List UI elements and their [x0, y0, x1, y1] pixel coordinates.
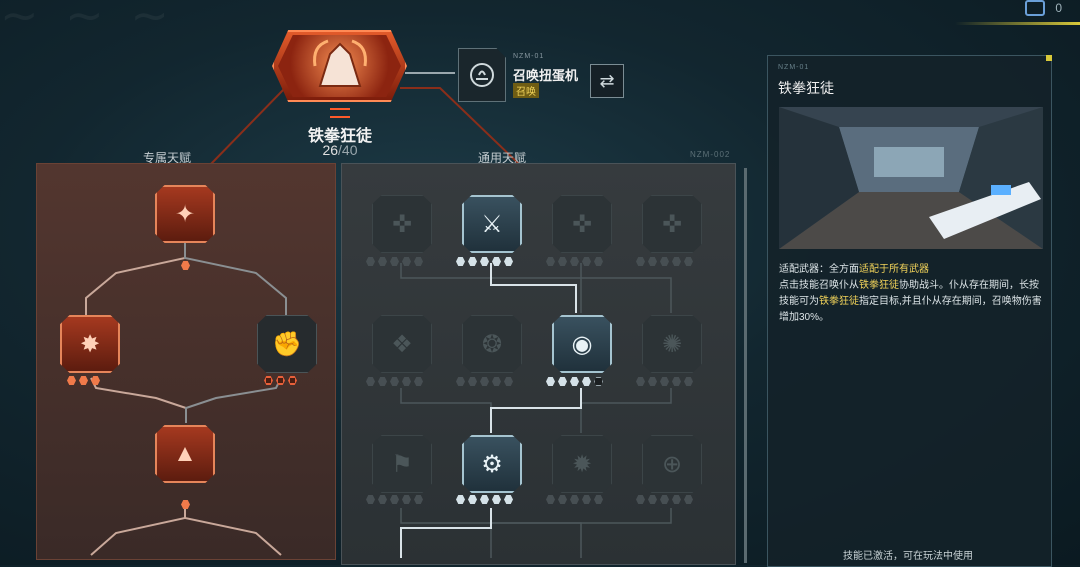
talent-gen-2-levels: [456, 257, 513, 266]
hero-portrait[interactable]: [272, 30, 407, 102]
smash-fist-icon: ✊: [272, 330, 302, 358]
talent-ex-top[interactable]: ✦: [155, 185, 215, 243]
talent-ex-right-levels: [264, 376, 297, 385]
talent-gen-1[interactable]: ✜: [372, 195, 432, 253]
talent-scrollbar[interactable]: [744, 168, 747, 563]
summon-icon-box[interactable]: [458, 48, 506, 102]
wings-icon: ✺: [661, 330, 683, 358]
rifle-icon: ⚔: [481, 210, 503, 238]
triangle-blade-icon: ▲: [173, 440, 197, 467]
hero-talent-count: 26/40: [322, 142, 358, 158]
talent-gen-5-levels: [366, 377, 423, 386]
talent-ex-bottom[interactable]: ▲: [155, 425, 215, 483]
talent-gen-9[interactable]: ⚑: [372, 435, 432, 493]
preview-scene-illustration: [779, 107, 1043, 249]
talent-gen-11[interactable]: ✹: [552, 435, 612, 493]
info-title: 铁拳狂徒: [778, 80, 834, 96]
talent-gen-5[interactable]: ❖: [372, 315, 432, 373]
talent-gen-7[interactable]: ◉: [552, 315, 612, 373]
talent-ex-left[interactable]: ✸: [60, 315, 120, 373]
info-corner-accent: [1046, 55, 1052, 61]
crosshair-icon: ⊕: [661, 450, 683, 478]
talent-gen-1-levels: [366, 257, 423, 266]
summon-name: 召唤扭蛋机: [513, 68, 579, 83]
talent-gen-8[interactable]: ✺: [642, 315, 702, 373]
summon-code: NZM-01: [513, 53, 545, 60]
swap-arrows-icon: ⇄: [599, 70, 615, 91]
talent-gen-11-levels: [546, 495, 603, 504]
talent-ex-bottom-levels: [181, 500, 190, 509]
top-accent-bar: [955, 22, 1080, 25]
info-footer: 技能已激活，可在玩法中使用: [843, 551, 973, 562]
talent-ex-top-levels: [181, 261, 190, 270]
spike-burst-icon: ✸: [79, 330, 101, 358]
pistol-icon: ✜: [391, 210, 413, 238]
smg-icon: ✜: [571, 210, 593, 238]
talent-gen-2[interactable]: ⚔: [462, 195, 522, 253]
info-code: NZM-01: [778, 64, 810, 71]
summon-figure-icon: ⚙: [481, 450, 503, 478]
talent-gen-6[interactable]: ❂: [462, 315, 522, 373]
talent-ex-right[interactable]: ✊: [257, 315, 317, 373]
top-right-status: 0: [1025, 0, 1062, 16]
talent-gen-4-levels: [636, 257, 693, 266]
talent-ex-left-levels: [67, 376, 100, 385]
hero-divider: [330, 108, 350, 118]
crest-icon: ❖: [391, 330, 413, 358]
talent-gen-12[interactable]: ⊕: [642, 435, 702, 493]
swap-button[interactable]: ⇄: [590, 64, 624, 98]
flame-claw-icon: ✦: [174, 200, 196, 228]
talent-gen-7-levels: [546, 377, 603, 386]
background-watermark: ~ ~ ~: [0, 0, 175, 42]
talent-gen-10[interactable]: ⚙: [462, 435, 522, 493]
talent-gen-6-levels: [456, 377, 513, 386]
mech-brawler-icon: [312, 39, 367, 87]
talent-gen-3-levels: [546, 257, 603, 266]
section-code: NZM-002: [690, 150, 731, 159]
talent-gen-10-levels: [456, 495, 513, 504]
beast-icon: ❂: [481, 330, 503, 358]
talent-gen-9-levels: [366, 495, 423, 504]
info-description: 适配武器：全方面适配于所有武器 点击技能召唤仆从铁拳狂徒协助战斗。仆从存在期间，…: [779, 264, 1042, 323]
currency-count: 0: [1055, 1, 1062, 15]
talent-gen-3[interactable]: ✜: [552, 195, 612, 253]
summon-tag: 召唤: [513, 83, 539, 98]
talent-gen-12-levels: [636, 495, 693, 504]
eye-sigil-icon: ◉: [571, 330, 593, 358]
fire-icon: ✹: [571, 450, 593, 478]
info-preview-image: [779, 107, 1043, 249]
summon-beacon-icon: [470, 63, 494, 87]
talent-gen-4[interactable]: ✜: [642, 195, 702, 253]
sniper-icon: ✜: [661, 210, 683, 238]
currency-icon: [1025, 0, 1046, 16]
talent-gen-8-levels: [636, 377, 693, 386]
banner-icon: ⚑: [391, 450, 413, 478]
